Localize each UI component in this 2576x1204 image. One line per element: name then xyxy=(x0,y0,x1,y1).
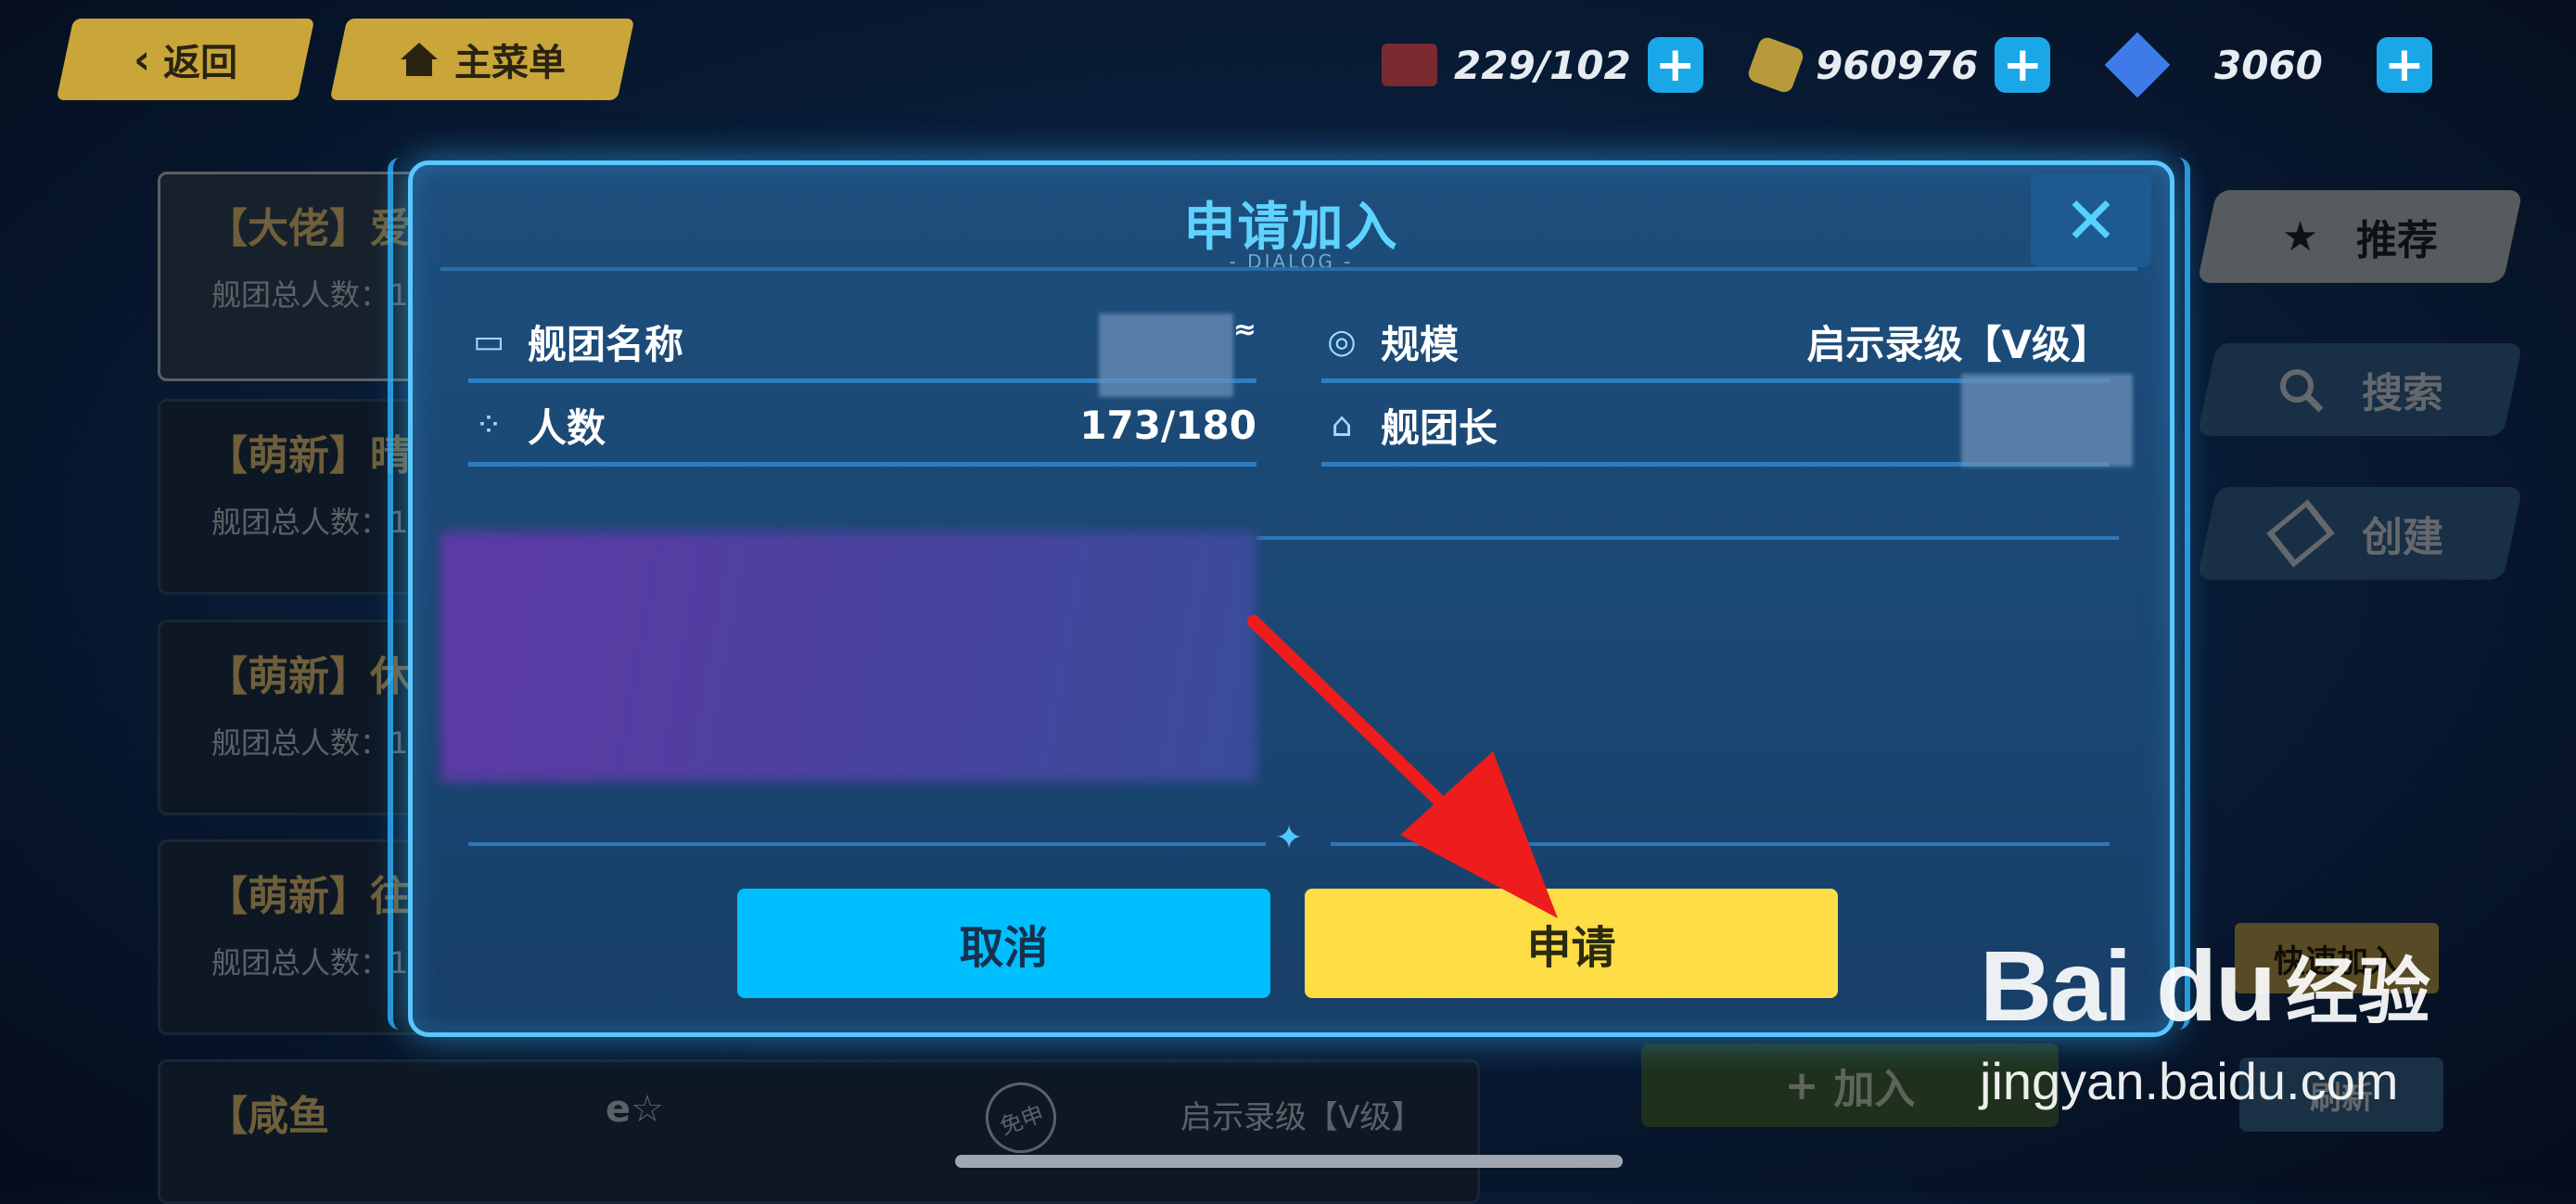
stamina-icon xyxy=(1382,44,1437,86)
list-item-sub: 舰团总人数：1 xyxy=(211,945,409,980)
footer-divider-left xyxy=(468,842,1266,846)
leader-value-blurred xyxy=(1961,374,2133,467)
create-icon xyxy=(2266,499,2335,568)
list-item[interactable]: 【咸鱼 e☆ 免申 启示录级【V级】 xyxy=(158,1059,1480,1204)
add-crystal-button[interactable]: + xyxy=(2376,37,2432,93)
add-stamina-button[interactable]: + xyxy=(1647,37,1703,93)
radar-icon: ◎ xyxy=(1327,322,1357,361)
fleet-name-field: ▭ 舰团名称 ≈ xyxy=(468,304,1256,397)
stamina-resource: 229/102 + xyxy=(1382,32,1703,97)
join-label: 加入 xyxy=(1833,1066,1916,1113)
annotation-arrow-icon xyxy=(1247,615,1558,918)
list-item-scale: 启示录级【V级】 xyxy=(1180,1099,1423,1136)
home-indicator[interactable] xyxy=(955,1155,1623,1168)
people-icon: ⁘ xyxy=(474,405,504,444)
fleet-banner-image xyxy=(440,532,1256,782)
plus-icon: + xyxy=(1784,1061,1819,1109)
tab-recommend[interactable]: ★ 推荐 xyxy=(2197,190,2523,283)
watermark-brand-cn: 经验 xyxy=(2286,950,2431,1034)
members-label: 人数 xyxy=(528,404,606,451)
fleet-name-suffix: ≈ xyxy=(1232,314,1256,346)
fleet-name-label: 舰团名称 xyxy=(528,321,684,367)
star-icon: ★ xyxy=(2282,212,2319,261)
crystal-value: 3060 xyxy=(2214,42,2323,88)
tab-label: 推荐 xyxy=(2355,217,2438,264)
list-item-title: 【大佬】爱 xyxy=(207,205,411,252)
scale-field: ◎ 规模 启示录级【V级】 xyxy=(1321,304,2110,383)
chevron-left-icon: ‹ xyxy=(133,35,151,83)
main-menu-button[interactable]: 主菜单 xyxy=(329,19,635,100)
content-divider xyxy=(1256,536,2119,540)
coin-icon xyxy=(1745,34,1806,96)
id-card-icon: ▭ xyxy=(472,322,504,361)
dialog-title: 申请加入 xyxy=(1183,198,1399,258)
coin-value: 960976 xyxy=(1816,42,1979,88)
header-divider xyxy=(440,267,2137,271)
back-label: 返回 xyxy=(163,42,238,84)
coin-resource: 960976 + xyxy=(1745,32,2051,97)
scale-value: 启示录级【V级】 xyxy=(1806,321,2110,367)
captain-hat-icon: ⌂ xyxy=(1331,405,1353,444)
main-menu-label: 主菜单 xyxy=(454,42,566,84)
stamina-value: 229/102 xyxy=(1454,42,1631,88)
leader-field: ⌂ 舰团长 xyxy=(1321,374,2133,467)
back-button[interactable]: ‹ 返回 xyxy=(56,19,315,100)
list-item-title: 【萌新】晴 xyxy=(207,432,411,480)
crystal-resource: 3060 + xyxy=(2104,32,2432,98)
scale-label: 规模 xyxy=(1381,321,1460,367)
home-icon xyxy=(401,43,438,76)
members-value: 173/180 xyxy=(1079,402,1256,448)
list-item-sub: 舰团总人数：1 xyxy=(211,725,409,761)
close-icon: ✕ xyxy=(2063,183,2119,259)
list-item-name-suffix: e☆ xyxy=(606,1088,664,1131)
crystal-icon xyxy=(2104,32,2171,98)
baidu-watermark: Bai du 经验 jingyan.baidu.com xyxy=(1980,928,2430,1111)
members-field: ⁘ 人数 173/180 xyxy=(468,388,1256,467)
search-icon xyxy=(2280,369,2324,413)
list-item-sub: 舰团总人数：1 xyxy=(211,505,409,540)
tab-label: 创建 xyxy=(2362,514,2443,561)
list-item-title: 【萌新】休 xyxy=(207,653,411,700)
list-item-title: 【咸鱼 xyxy=(207,1093,329,1140)
watermark-brand: Bai du xyxy=(1980,929,2276,1042)
fleet-name-value-blurred xyxy=(1099,314,1233,397)
add-coin-button[interactable]: + xyxy=(1995,37,2051,93)
close-button[interactable]: ✕ xyxy=(2031,174,2151,267)
tab-search[interactable]: 搜索 xyxy=(2197,343,2523,436)
tab-create[interactable]: 创建 xyxy=(2197,487,2523,580)
leader-label: 舰团长 xyxy=(1381,404,1498,451)
list-item-sub: 舰团总人数：1 xyxy=(211,277,409,313)
tab-label: 搜索 xyxy=(2362,370,2443,417)
list-item-title: 【萌新】往 xyxy=(207,873,411,920)
free-apply-badge: 免申 xyxy=(976,1072,1066,1163)
watermark-url: jingyan.baidu.com xyxy=(1980,1052,2399,1110)
cancel-button[interactable]: 取消 xyxy=(737,889,1270,998)
